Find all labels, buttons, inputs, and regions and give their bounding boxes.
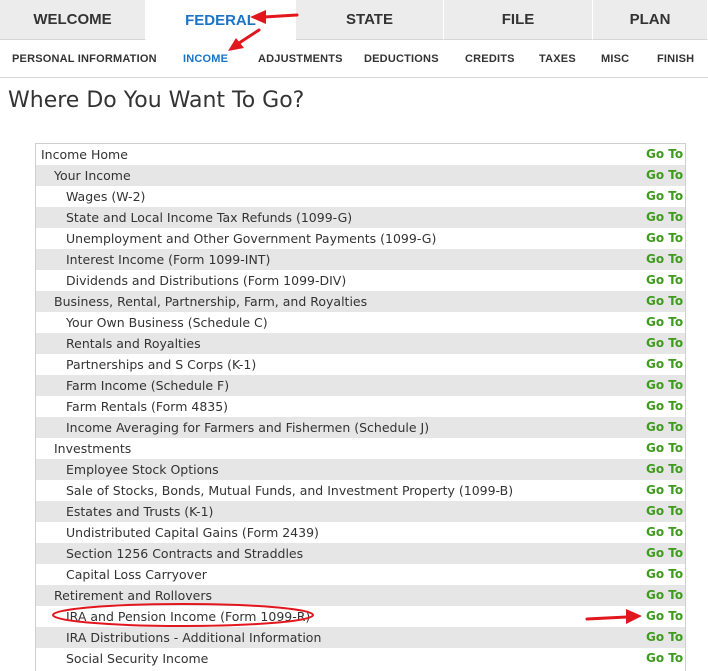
subtab-credits[interactable]: CREDITS (465, 53, 515, 65)
subtab-taxes[interactable]: TAXES (539, 53, 576, 65)
tab-plan[interactable]: PLAN (593, 0, 708, 40)
navigation-list: Income Home Go To Your Income Go To Wages (W… (35, 143, 686, 671)
tab-state[interactable]: STATE (296, 0, 444, 40)
nav-row-label: Social Security Income (66, 651, 209, 666)
goto-link[interactable]: Go To (646, 459, 683, 480)
goto-link[interactable]: Go To (646, 522, 683, 543)
main-nav-tabs: WELCOME FEDERAL STATE FILE PLAN (0, 0, 708, 40)
nav-row-label: IRA Distributions - Additional Informati… (66, 630, 322, 645)
nav-row: Wages (W-2) Go To (36, 186, 685, 207)
nav-row: Income Averaging for Farmers and Fisherm… (36, 417, 685, 438)
nav-row-label: Interest Income (Form 1099-INT) (66, 252, 271, 267)
nav-row-label: State and Local Income Tax Refunds (1099… (66, 210, 353, 225)
nav-row: Partnerships and S Corps (K-1) Go To (36, 354, 685, 375)
nav-row: Retirement and Rollovers Go To (36, 585, 685, 606)
nav-row-label: Farm Income (Schedule F) (66, 378, 230, 393)
nav-row-label: Undistributed Capital Gains (Form 2439) (66, 525, 319, 540)
nav-row-label: Income Home (41, 147, 128, 162)
nav-row: Your Own Business (Schedule C) Go To (36, 312, 685, 333)
nav-row-label: Estates and Trusts (K-1) (66, 504, 214, 519)
goto-link[interactable]: Go To (646, 501, 683, 522)
nav-row: Capital Loss Carryover Go To (36, 564, 685, 585)
goto-link[interactable]: Go To (646, 207, 683, 228)
goto-link[interactable]: Go To (646, 417, 683, 438)
nav-row: Investments Go To (36, 438, 685, 459)
nav-row: Unemployment and Other Government Paymen… (36, 228, 685, 249)
goto-link[interactable]: Go To (646, 249, 683, 270)
nav-row: Dividends and Distributions (Form 1099-D… (36, 270, 685, 291)
nav-row: Estates and Trusts (K-1) Go To (36, 501, 685, 522)
nav-row-label: Dividends and Distributions (Form 1099-D… (66, 273, 347, 288)
goto-link[interactable]: Go To (646, 375, 683, 396)
nav-row: State and Local Income Tax Refunds (1099… (36, 207, 685, 228)
nav-row: IRA Distributions - Additional Informati… (36, 627, 685, 648)
nav-row: Interest Income (Form 1099-INT) Go To (36, 249, 685, 270)
nav-row-label: Business, Rental, Partnership, Farm, and… (54, 294, 368, 309)
goto-link[interactable]: Go To (646, 648, 683, 669)
nav-row: Farm Rentals (Form 4835) Go To (36, 396, 685, 417)
goto-link[interactable]: Go To (646, 333, 683, 354)
goto-link[interactable]: Go To (646, 396, 683, 417)
nav-row-label: Investments (54, 441, 132, 456)
tab-federal[interactable]: FEDERAL (146, 0, 296, 40)
goto-link[interactable]: Go To (646, 165, 683, 186)
nav-row-label: Your Income (54, 168, 131, 183)
goto-link[interactable]: Go To (646, 480, 683, 501)
nav-row: Your Income Go To (36, 165, 685, 186)
subtab-deductions[interactable]: DEDUCTIONS (364, 53, 439, 65)
goto-link[interactable]: Go To (646, 144, 683, 165)
tab-welcome[interactable]: WELCOME (0, 0, 146, 40)
goto-link[interactable]: Go To (646, 585, 683, 606)
goto-link[interactable]: Go To (646, 627, 683, 648)
nav-row-label: Employee Stock Options (66, 462, 219, 477)
goto-link[interactable]: Go To (646, 606, 683, 627)
nav-row-label: Wages (W-2) (66, 189, 146, 204)
subtab-adjustments[interactable]: ADJUSTMENTS (258, 53, 343, 65)
nav-row: Business, Rental, Partnership, Farm, and… (36, 291, 685, 312)
nav-row-label: Section 1256 Contracts and Straddles (66, 546, 304, 561)
goto-link[interactable]: Go To (646, 564, 683, 585)
nav-row: Farm Income (Schedule F) Go To (36, 375, 685, 396)
nav-row: Sale of Stocks, Bonds, Mutual Funds, and… (36, 480, 685, 501)
nav-row-label: Capital Loss Carryover (66, 567, 207, 582)
nav-row-label: Your Own Business (Schedule C) (66, 315, 268, 330)
nav-row-label: Sale of Stocks, Bonds, Mutual Funds, and… (66, 483, 514, 498)
nav-row-label: Unemployment and Other Government Paymen… (66, 231, 437, 246)
goto-link[interactable]: Go To (646, 354, 683, 375)
nav-row-label: Income Averaging for Farmers and Fisherm… (66, 420, 430, 435)
goto-link[interactable]: Go To (646, 186, 683, 207)
nav-row-label: Partnerships and S Corps (K-1) (66, 357, 257, 372)
goto-link[interactable]: Go To (646, 291, 683, 312)
nav-row: IRA and Pension Income (Form 1099-R) Go T… (36, 606, 685, 627)
subtab-finish[interactable]: FINISH (657, 53, 694, 65)
page-title: Where Do You Want To Go? (8, 88, 305, 113)
nav-row: Undistributed Capital Gains (Form 2439) G… (36, 522, 685, 543)
nav-row-label: Rentals and Royalties (66, 336, 201, 351)
nav-row: Social Security Income Go To (36, 648, 685, 669)
sub-nav-tabs: PERSONAL INFORMATION INCOME ADJUSTMENTS … (0, 41, 708, 78)
subtab-misc[interactable]: MISC (601, 53, 629, 65)
subtab-income[interactable]: INCOME (183, 53, 228, 65)
tab-file[interactable]: FILE (444, 0, 593, 40)
nav-row-label: Retirement and Rollovers (54, 588, 213, 603)
nav-row: Section 1256 Contracts and Straddles Go T… (36, 543, 685, 564)
subtab-personal-information[interactable]: PERSONAL INFORMATION (12, 53, 157, 65)
goto-link[interactable]: Go To (646, 228, 683, 249)
nav-row-label: IRA and Pension Income (Form 1099-R) (66, 609, 311, 624)
goto-link[interactable]: Go To (646, 543, 683, 564)
nav-row-label: Farm Rentals (Form 4835) (66, 399, 229, 414)
goto-link[interactable]: Go To (646, 312, 683, 333)
nav-row: Rentals and Royalties Go To (36, 333, 685, 354)
nav-row: Employee Stock Options Go To (36, 459, 685, 480)
nav-row: Income Home Go To (36, 144, 685, 165)
goto-link[interactable]: Go To (646, 270, 683, 291)
goto-link[interactable]: Go To (646, 438, 683, 459)
